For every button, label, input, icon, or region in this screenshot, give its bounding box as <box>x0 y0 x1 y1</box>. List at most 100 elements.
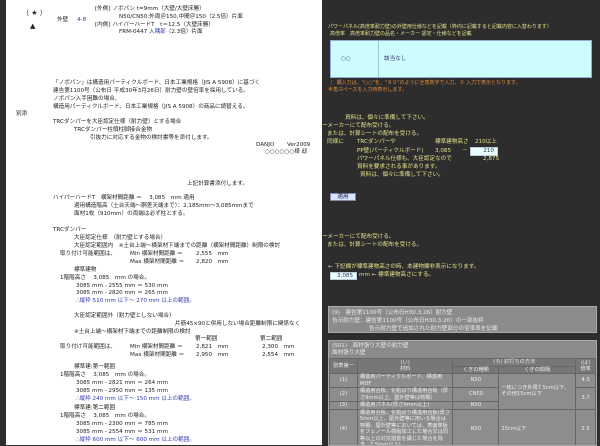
r1-height: 1階階高さ 3,085 mm の場合。 <box>60 372 150 378</box>
std-calc: 3085 mm - 2820 mm ＝ 265 mm <box>76 290 168 296</box>
header-material: (い) 材料 <box>356 358 454 374</box>
input-note: ！ 欄入力は、"○○"を、"８０"のように全角数字で入力、０ 入力で表示となりま… <box>330 80 521 86</box>
min-value: 2,555 mm <box>196 251 229 257</box>
s01-title: (S01) 面材張り大壁の耐力壁 <box>332 343 409 349</box>
table-row: (4) 構造用合板、化粧ばり構造用合板(厚さ5mm以上、屋外壁等に用いる場合は特… <box>329 408 596 445</box>
std-height-label: 標準建物高さ <box>435 139 469 145</box>
r2-title: 標準建:第二範囲 <box>74 405 116 411</box>
std-result: ∴縦枠 510 mm 以下～ 270 mm 以上の範囲。 <box>76 298 195 304</box>
power-value: 2,875 <box>483 156 500 162</box>
input-note: 半角スペースを入力時表示します。 <box>328 87 407 93</box>
trc-cert: 大臣認定仕様 （耐力壁とする場合） <box>74 235 167 241</box>
power-label: パワーパネル仕様も、大臣認定なので <box>357 156 452 162</box>
dash: － <box>462 148 468 154</box>
outer-nail: N50/CN50:外周＠150,中間＠150（2.5倍）片面 <box>119 14 243 20</box>
notice-line: 告示耐力壁：建告第1100号（公布日H30.3.26）の一部抜粋 <box>332 318 484 324</box>
trc-line: 引抜力に対応する金物の検討書等を添付します。 <box>90 135 213 141</box>
row-no: (3) <box>329 401 358 410</box>
row-nail: N50 <box>452 408 500 445</box>
document-page: （ ★ ） ▲ 外壁 4-8 [外側] ノボパン t=9mm（大壁/大壁床勝） … <box>6 0 322 445</box>
panel-heading: パワーパネル(高倍率耐力壁)の外壁用仕様などを記載（枠内に記載すると記載内容に入… <box>328 24 552 30</box>
range1-label: 第一範囲 <box>195 336 218 342</box>
table-row: (1) 構造用パーティクルボード、構造用MDF N50 一枚につき外周7.5cm… <box>329 373 596 410</box>
prep-note: 資料は、個々に準備して下さい。 <box>360 172 444 178</box>
outer-spec: [外側] ノボパン t=9mm（大壁/大壁床勝） <box>95 6 205 12</box>
min-label: Min 横架材間距離 ＝ <box>130 251 183 257</box>
range-label: 取り付け可能範囲は、 <box>60 344 116 350</box>
info-line: 資料は、個々に準備して下さい。 <box>345 115 429 121</box>
out-min-2: 2,300 mm <box>262 344 295 350</box>
height-suffix: mm ← 標準建物高さにする。 <box>359 272 435 278</box>
out-max-1: 2,950 mm <box>196 352 229 358</box>
wall-label: 外壁 <box>57 17 69 23</box>
hyper-line: 適用構造階高（土台天端～胴差天端まで）：2,185mm～3,085mmまで <box>74 203 254 209</box>
out-title: 大臣認定範囲外（耐力壁としない場合） <box>74 313 175 319</box>
inner-spec: [内側] ハイパーハードT t＝12.5（大壁床勝） <box>95 22 214 28</box>
r2-result: ∴縦枠 600 mm 以下～ 600 mm 以上の範囲。 <box>76 437 195 443</box>
r2-calc: 3085 mm - 2554 mm ＝ 531 mm <box>76 429 168 435</box>
attachment-label: 別添 <box>16 111 28 117</box>
request-note: 資料を要求される事があります。 <box>357 164 441 170</box>
trc-line: TRCダンパー柱頭柱脚接合金物 <box>74 127 153 133</box>
para-line: 構造用パーティクルボード、日本工業規格（JIS A 5908）の商品に読替える。 <box>53 104 249 110</box>
s01-box: (S01) 面材張り大壁の耐力壁 面材張り大壁 別表第一 (い) 材料 (ろ) … <box>328 340 597 446</box>
trc-title: TRCダンパー <box>53 227 87 233</box>
out-check: ※土台上端～横架材下端までの距離制限の検討 <box>74 329 191 335</box>
max-label: Max 横架材間距離 ＝ <box>130 259 185 265</box>
r1-calc: 3085 mm - 2821 mm ＝ 264 mm <box>76 380 168 386</box>
trc-cert: 大臣認定範囲内 ※土台上端～横架材下端までの距離（横架材間距離）制限の検討 <box>74 243 281 249</box>
maker: DANJO <box>256 142 275 148</box>
calc-note: または、計算シートの配布を受ける。 <box>327 242 423 248</box>
info-line: ーメーカーにて配布受ける。 <box>322 123 395 129</box>
row-no: (1) <box>329 373 358 388</box>
row-nail: N50 <box>452 401 500 410</box>
apply-button[interactable]: 適用 <box>330 193 356 201</box>
row-material: 構造用パーティクルボード、構造用MDF <box>356 373 454 388</box>
pp-input[interactable]: 210 <box>470 147 498 156</box>
hyper-line: 面材1枚（910mm）の両端は必ず柱とする。 <box>74 211 189 217</box>
out-max-2: 2,554 mm <box>262 352 295 358</box>
out-note: 片筋45×90と併用しない場合距離制限に関係なく <box>175 321 301 327</box>
header-nail: くぎの種類 <box>452 365 500 374</box>
std-calc: 3085 mm - 2555 mm ＝ 530 mm <box>76 283 168 289</box>
header-rate: (は) 倍率 <box>575 358 596 374</box>
row-rate: 2.5 <box>575 408 596 445</box>
spec-text[interactable]: 該当なし <box>384 56 406 63</box>
std-height: 1階階高さ 3,085 mm の場合。 <box>60 275 150 281</box>
r1-title: 標準建:第一範囲 <box>74 364 116 370</box>
para-line: ノボパン入手困難の場合、 <box>53 96 121 102</box>
pp-label: PP壁(パーティクルボード) <box>357 148 424 154</box>
s01-subtitle: 面材張り大壁 <box>332 350 366 356</box>
header-method: (ろ) 釘打ちの方法 <box>452 358 576 367</box>
para-line: 「ノボパン」は構造用パーティクルボード、日本工業規格（JIS A 5908）に基… <box>53 80 261 86</box>
height-input[interactable]: 3,085 <box>330 272 357 280</box>
inner-nail: FRM-0447 入隅部（2.3倍）片面 <box>119 29 203 35</box>
min-label: Min 横架材間距離 ＝ <box>130 344 183 350</box>
divider <box>378 41 379 77</box>
r1-calc: 3085 mm - 2950 mm ＝ 135 mm <box>76 388 168 394</box>
row-nail: N50 <box>452 373 500 388</box>
spec-code: ○○ <box>341 56 351 62</box>
spec-input-box[interactable]: ○○ 該当なし <box>330 40 592 78</box>
same-label: 同様に <box>327 139 344 145</box>
out-min-1: 2,821 mm <box>196 344 229 350</box>
header-interval: くぎの間隔 <box>498 365 576 374</box>
row-interval: 15cm以下 <box>498 408 576 445</box>
para-line: 建告第1100号（公布日 平成30年3月26日）耐力壁の壁倍率を採用している。 <box>53 88 249 94</box>
notice-line: 告示耐力壁で追加された耐力壁部分の倍率表を記載 <box>369 326 498 332</box>
pp-value: 3,085 <box>435 148 452 154</box>
r2-calc: 3085 mm - 2300 mm ＝ 785 mm <box>76 421 168 427</box>
row-no: (2) <box>329 387 358 402</box>
row-material: 構造用合板、化粧ばり構造用合板（厚さ9mm以上、屋外壁等は特類） <box>356 387 454 402</box>
row-rate: 3.7 <box>575 387 596 410</box>
info-line: または、計算シートの配布を受ける。 <box>327 131 423 137</box>
maker-note: ーメーカーにて配布受ける。 <box>322 234 395 240</box>
range-label: 取り付け可能範囲は、 <box>60 251 116 257</box>
below-note: ← 下記欄が標準建物高さの時、本建物欄非表示になります。 <box>328 264 480 270</box>
client-name: ○○○○○○様 邸 <box>265 149 308 155</box>
wall-code: 4-8 <box>77 17 87 23</box>
star-mark: （ ★ ） <box>22 9 47 17</box>
notice-9-box: (9) 建告第1100号（公布日H30.3.26）耐力壁 告示耐力壁：建告第11… <box>328 306 597 333</box>
version: Ver2009 <box>287 142 311 148</box>
max-label: Max 横架材間距離 ＝ <box>130 352 185 358</box>
